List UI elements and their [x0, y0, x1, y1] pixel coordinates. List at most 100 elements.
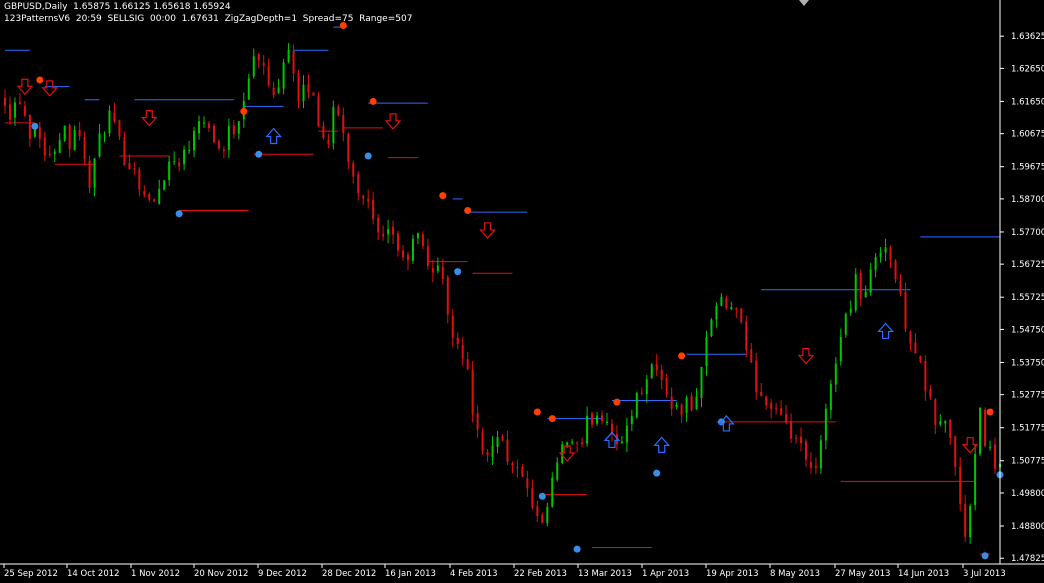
candle	[212, 123, 215, 144]
candle-body	[785, 414, 788, 423]
candle-body	[322, 125, 325, 138]
candle-body	[63, 125, 66, 141]
candle-body	[446, 277, 449, 315]
candle-body	[665, 377, 668, 395]
candle-body	[317, 96, 320, 127]
candle-body	[939, 421, 942, 425]
candle-body	[73, 129, 76, 151]
candle-body	[989, 446, 992, 448]
candle-body	[755, 360, 758, 392]
candle-body	[655, 363, 658, 371]
candle-body	[780, 408, 783, 415]
candle-body	[402, 250, 404, 258]
symbol-header: GBPUSD,Daily 1.65875 1.66125 1.65618 1.6…	[4, 2, 231, 12]
candle-body	[720, 296, 723, 306]
candle-body	[461, 344, 464, 359]
candle-body	[406, 254, 409, 261]
price-tick-label: 1.58700	[1011, 195, 1044, 205]
candle-body	[68, 124, 71, 150]
pivot-high-marker	[464, 206, 472, 214]
candle-body	[645, 379, 648, 394]
price-tick-label: 1.54750	[1011, 325, 1044, 335]
candle-body	[232, 125, 235, 135]
time-tick-label: 22 Feb 2013	[514, 569, 567, 579]
candle-body	[705, 337, 708, 367]
candle-body	[511, 462, 514, 466]
time-tick-label: 27 May 2013	[835, 569, 890, 579]
candle-body	[790, 421, 793, 439]
price-tick-label: 1.56725	[1011, 260, 1044, 270]
candle-body	[814, 466, 817, 468]
pivot-high-marker	[369, 97, 377, 105]
pivot-high-marker	[439, 192, 447, 200]
candle-body	[760, 391, 763, 397]
pivot-low-marker	[454, 268, 462, 276]
pivot-low-marker	[364, 152, 372, 160]
candle-body	[227, 126, 230, 150]
price-tick-label: 1.53750	[1011, 358, 1044, 368]
candle-body	[700, 367, 703, 399]
candle-body	[347, 134, 350, 162]
candle-body	[292, 50, 295, 74]
candle-body	[217, 141, 220, 149]
candle-body	[824, 408, 827, 441]
candle-body	[153, 199, 156, 202]
candle-body	[382, 234, 385, 237]
time-tick-label: 25 Sep 2012	[4, 569, 58, 579]
time-tick-label: 19 Apr 2013	[706, 569, 759, 579]
candle-body	[143, 191, 146, 195]
candle-body	[8, 104, 11, 120]
candle-body	[964, 504, 967, 537]
candle-body	[222, 149, 225, 151]
price-tick-label: 1.50775	[1011, 457, 1044, 467]
candle-body	[596, 415, 599, 424]
chart-window[interactable]: 1.63625 1.62650 1.61650 1.60675 1.59675 1.587…	[0, 0, 1044, 579]
candle-body	[849, 308, 852, 313]
candle-body	[212, 125, 215, 143]
candle-body	[924, 360, 927, 392]
pivot-low-marker	[31, 122, 39, 130]
candle-body	[88, 160, 91, 188]
candle-body	[725, 297, 728, 309]
candle-body	[685, 397, 688, 413]
pivot-high-marker	[240, 107, 248, 115]
candle-body	[312, 92, 315, 96]
candle-body	[506, 439, 509, 462]
candle-body	[994, 444, 997, 469]
price-tick-label: 1.61650	[1011, 97, 1044, 107]
candle-body	[128, 163, 131, 170]
candle-body	[605, 421, 608, 423]
candle-body	[954, 436, 957, 467]
candle-body	[546, 506, 549, 524]
candle-body	[267, 66, 270, 86]
candle-body	[889, 246, 892, 261]
candle-body	[367, 199, 370, 202]
candle	[974, 444, 977, 511]
candle-body	[740, 308, 743, 323]
price-chart[interactable]: 1.63625 1.62650 1.61650 1.60675 1.59675 1.587…	[0, 0, 1044, 579]
candle-body	[123, 137, 126, 166]
candle-body	[944, 421, 947, 424]
price-tick-label: 1.47825	[1011, 554, 1044, 564]
candle-body	[630, 416, 633, 424]
candle	[163, 179, 166, 191]
candle-body	[984, 409, 987, 447]
candle-body	[765, 396, 768, 406]
candle-body	[660, 369, 663, 381]
price-tick-label: 1.55725	[1011, 293, 1044, 303]
candle-body	[183, 149, 186, 165]
candle-body	[133, 168, 136, 170]
candle-body	[516, 467, 519, 469]
candle-body	[491, 445, 494, 457]
candle-body	[451, 315, 454, 339]
candle	[710, 318, 713, 338]
candle-body	[13, 102, 16, 118]
candle-body	[750, 349, 753, 363]
candle-body	[869, 269, 872, 293]
candle-body	[203, 122, 205, 124]
candle-body	[496, 437, 499, 447]
candle-body	[397, 233, 400, 251]
pivot-low-marker	[573, 545, 581, 553]
candle-body	[670, 396, 673, 409]
candle-body	[541, 514, 544, 524]
